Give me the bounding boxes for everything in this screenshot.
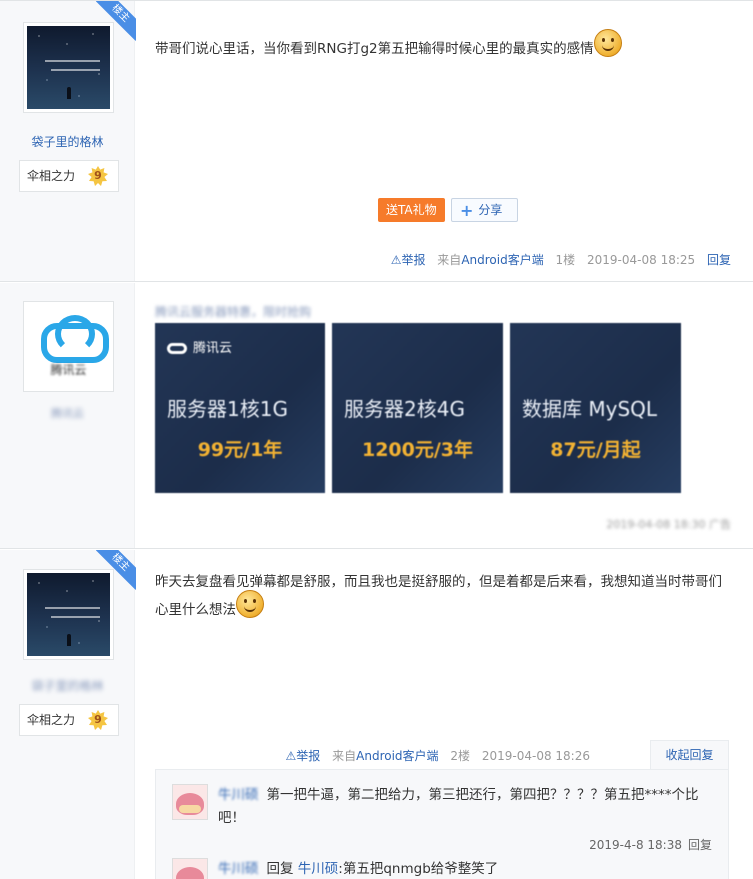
post-text: 带哥们说心里话，当你看到RNG打g2第五把输得时候心里的最真实的感情 — [155, 41, 594, 57]
floor-number: 1楼 — [555, 253, 576, 267]
sub-reply: 牛川硕 回复 牛川硕:第五把qnmgb给爷整笑了 — [172, 858, 712, 879]
ad-tile-mysql[interactable]: 数据库 MySQL 87元/月起 — [510, 323, 681, 493]
rank-title: 伞相之力 — [27, 169, 76, 183]
warning-icon: ⚠ — [285, 749, 297, 763]
ad-tile-price: 87元/月起 — [550, 439, 641, 461]
post-time: 2019-04-08 18:26 — [481, 749, 590, 763]
author-panel: 楼主 袋子里的格林 伞相之力 9 — [0, 1, 136, 281]
sub-reply-content: 牛川硕 回复 牛川硕:第五把qnmgb给爷整笑了 — [218, 858, 712, 879]
ad-brand-label: 腾讯云 — [50, 363, 87, 377]
sub-reply-text: 第一把牛逼，第二把给力，第三把还行，第四把？？？？第五把****个比吧！ — [218, 787, 699, 826]
ad-tile-price: 99元/1年 — [197, 439, 283, 461]
username-link[interactable]: 袋子里的格林 — [0, 133, 135, 150]
sub-reply-content: 牛川硕 第一把牛逼，第二把给力，第三把还行，第四把？？？？第五把****个比吧！ — [218, 784, 712, 830]
share-label: 分享 — [478, 203, 503, 217]
post-time: 2019-04-08 18:25 — [587, 253, 696, 267]
ad-tile-title: 服务器1核1G — [167, 397, 288, 421]
ad-time: 2019-04-08 18:30 广告 — [606, 518, 731, 531]
post-content: 昨天去复盘看见弹幕都是舒服，而且我也是挺舒服的，但是着都是后来看，我想知道当时带… — [155, 568, 725, 624]
post-content: 带哥们说心里话，当你看到RNG打g2第五把输得时候心里的最真实的感情 — [155, 29, 725, 63]
reply-to-user-link[interactable]: 牛川硕 — [298, 861, 339, 877]
source-text: 来自Android客户端 — [437, 253, 544, 267]
reply-username[interactable]: 牛川硕 — [218, 861, 259, 877]
plus-icon: + — [460, 200, 474, 220]
sub-reply: 牛川硕 第一把牛逼，第二把给力，第三把还行，第四把？？？？第五把****个比吧！ … — [172, 784, 712, 854]
forum-rank[interactable]: 伞相之力 9 — [19, 704, 119, 736]
ad-banner[interactable]: 腾讯云 服务器1核1G 99元/1年 服务器2核4G 1200元/3年 数据库 … — [155, 323, 681, 493]
report-link[interactable]: ⚠举报 — [286, 749, 321, 763]
rank-title: 伞相之力 — [27, 713, 76, 727]
username-link[interactable]: 袋子里的格林 — [0, 677, 135, 694]
reply-avatar[interactable] — [172, 858, 208, 879]
thread-page: 楼主 袋子里的格林 伞相之力 9 带哥们说心里话，当你看到RNG打g2第五把输得… — [0, 0, 753, 879]
reply-avatar[interactable] — [172, 784, 208, 820]
sub-reply-meta: 2019-4-8 18:38 回复 — [589, 836, 712, 853]
op-badge: 楼主 — [96, 550, 136, 590]
smiley-emoji-icon — [593, 29, 622, 57]
share-button[interactable]: + 分享 — [451, 198, 518, 222]
ad-body: 腾讯云服务器特惠，限时抢购 腾讯云 服务器1核1G 99元/1年 服务器2核4G… — [135, 283, 753, 548]
collapse-replies-button[interactable]: 收起回复 — [650, 740, 729, 770]
level-badge-icon: 9 — [88, 166, 108, 186]
post-tail: ⚠举报 来自Android客户端 1楼 2019-04-08 18:25 回复 — [391, 251, 731, 268]
reply-link[interactable]: 回复 — [707, 253, 731, 267]
post-floor-1: 楼主 袋子里的格林 伞相之力 9 带哥们说心里话，当你看到RNG打g2第五把输得… — [0, 1, 753, 282]
source-link[interactable]: Android客户端 — [461, 253, 543, 267]
report-link[interactable]: ⚠举报 — [391, 253, 426, 267]
ad-tile-title: 服务器2核4G — [344, 397, 465, 421]
send-gift-button[interactable]: 送TA礼物 — [378, 198, 445, 222]
ad-avatar[interactable]: 腾讯云 — [23, 301, 114, 392]
smiley-emoji-icon — [236, 590, 264, 618]
ad-tile-price: 1200元/3年 — [361, 439, 474, 461]
ad-author-panel: 腾讯云 腾讯云 — [0, 283, 135, 548]
author-panel: 楼主 袋子里的格林 伞相之力 9 — [0, 550, 136, 879]
sub-replies-panel: 牛川硕 第一把牛逼，第二把给力，第三把还行，第四把？？？？第五把****个比吧！ … — [155, 769, 729, 879]
sub-reply-text: :第五把qnmgb给爷整笑了 — [338, 861, 499, 877]
ad-post: 腾讯云 腾讯云 腾讯云服务器特惠，限时抢购 腾讯云 服务器1核1G 99元/1年… — [0, 283, 753, 549]
ad-tile-brand: 腾讯云 — [167, 337, 232, 356]
post-tail: ⚠举报 来自Android客户端 2楼 2019-04-08 18:26 — [286, 747, 590, 764]
post-floor-2: 楼主 袋子里的格林 伞相之力 9 昨天去复盘看见弹幕都是舒服，而且我也是挺舒服的… — [0, 550, 753, 879]
sub-reply-button[interactable]: 回复 — [688, 838, 712, 852]
post-body: 带哥们说心里话，当你看到RNG打g2第五把输得时候心里的最真实的感情 送TA礼物… — [135, 1, 753, 281]
forum-rank[interactable]: 伞相之力 9 — [19, 160, 119, 192]
ad-tile-title: 数据库 MySQL — [522, 397, 658, 421]
sub-reply-time: 2019-4-8 18:38 — [589, 838, 682, 852]
cloud-icon — [167, 343, 187, 354]
op-badge: 楼主 — [96, 1, 136, 41]
reply-username[interactable]: 牛川硕 — [218, 787, 259, 803]
ad-caption[interactable]: 腾讯云服务器特惠，限时抢购 — [155, 303, 311, 320]
ad-tile-server-2c4g[interactable]: 服务器2核4G 1200元/3年 — [332, 323, 503, 493]
floor-number: 2楼 — [450, 749, 471, 763]
ad-username[interactable]: 腾讯云 — [0, 405, 135, 421]
source-link[interactable]: Android客户端 — [356, 749, 438, 763]
ad-tile-server-1c1g[interactable]: 腾讯云 服务器1核1G 99元/1年 — [155, 323, 325, 493]
reply-word: 回复 — [266, 861, 294, 877]
cloud-logo-icon — [37, 315, 109, 363]
level-badge-icon: 9 — [88, 710, 108, 730]
post-body: 昨天去复盘看见弹幕都是舒服，而且我也是挺舒服的，但是着都是后来看，我想知道当时带… — [135, 550, 753, 879]
source-text: 来自Android客户端 — [332, 749, 439, 763]
warning-icon: ⚠ — [390, 253, 402, 267]
